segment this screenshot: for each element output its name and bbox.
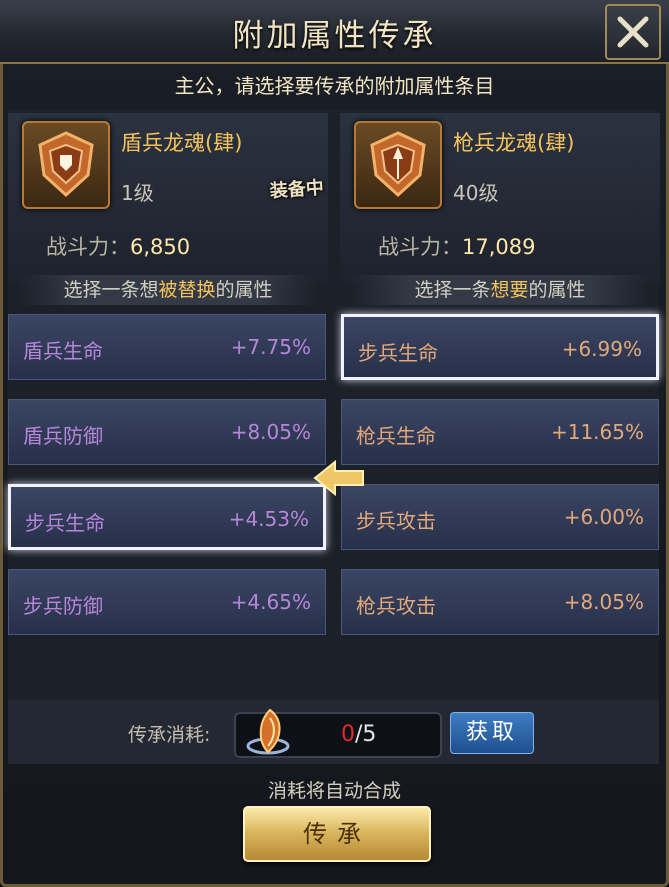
attr-name: 枪兵攻击 <box>356 594 436 618</box>
source-item-name: 盾兵龙魂(肆) <box>121 131 243 155</box>
power-label: 战斗力： <box>46 235 130 259</box>
target-item-name: 枪兵龙魂(肆) <box>453 131 575 155</box>
cost-item-slot[interactable]: 0/5 <box>234 708 442 758</box>
hint-text: 选择一条想 <box>63 279 159 301</box>
attr-name: 盾兵生命 <box>23 339 103 363</box>
cost-label: 传承消耗: <box>128 724 211 746</box>
target-attr-row[interactable]: 步兵攻击 +6.00% <box>341 484 659 550</box>
attr-name: 步兵防御 <box>23 594 103 618</box>
source-attr-row[interactable]: 盾兵生命 +7.75% <box>8 314 326 380</box>
power-label: 战斗力： <box>378 235 462 259</box>
instruction-text: 主公，请选择要传承的附加属性条目 <box>174 74 495 98</box>
cost-count: 0/5 <box>341 722 376 747</box>
target-attr-row[interactable]: 枪兵攻击 +8.05% <box>341 569 659 635</box>
target-item-level: 40级 <box>453 181 499 205</box>
attr-value: +8.05% <box>563 590 644 614</box>
attr-name: 步兵攻击 <box>356 509 436 533</box>
hint-text: 的属性 <box>528 279 586 301</box>
attr-value: +4.65% <box>230 590 311 614</box>
target-item-panel: 枪兵龙魂(肆) 40级 战斗力：17,089 <box>340 113 660 283</box>
hint-highlight: 想要 <box>490 279 529 301</box>
cost-bar: 传承消耗: 0/5 获取 <box>8 700 659 764</box>
close-icon <box>617 16 649 48</box>
attr-name: 枪兵生命 <box>356 424 436 448</box>
equipped-badge: 装备中 <box>269 177 325 203</box>
close-button[interactable] <box>605 4 661 60</box>
source-item-level: 1级 <box>121 181 154 205</box>
shield-icon <box>38 131 94 197</box>
source-attr-row-selected[interactable]: 步兵生命 +4.53% <box>8 484 326 550</box>
source-pick-hint: 选择一条想被替换的属性 <box>18 275 318 305</box>
target-power: 战斗力：17,089 <box>378 231 535 261</box>
target-attr-row-selected[interactable]: 步兵生命 +6.99% <box>341 314 659 380</box>
spear-shield-icon <box>370 131 426 197</box>
target-item-icon[interactable] <box>354 121 442 209</box>
attr-value: +6.99% <box>561 337 642 361</box>
source-attr-row[interactable]: 盾兵防御 +8.05% <box>8 399 326 465</box>
attr-name: 步兵生命 <box>358 341 438 365</box>
source-power: 战斗力：6,850 <box>46 231 190 261</box>
attr-value: +4.53% <box>228 507 309 531</box>
title-bar: 附加属性传承 <box>0 0 669 64</box>
target-pick-hint: 选择一条想要的属性 <box>350 275 650 305</box>
target-attr-row[interactable]: 枪兵生命 +11.65% <box>341 399 659 465</box>
attr-name: 步兵生命 <box>25 511 105 535</box>
inherit-button[interactable]: 传承 <box>243 806 431 862</box>
attr-value: +6.00% <box>563 505 644 529</box>
hint-highlight: 被替换 <box>158 279 216 301</box>
attr-value: +7.75% <box>230 335 311 359</box>
attr-value: +11.65% <box>550 420 644 444</box>
cost-current: 0 <box>341 722 355 747</box>
hint-text: 的属性 <box>215 279 273 301</box>
power-value: 6,850 <box>130 235 191 259</box>
attr-name: 盾兵防御 <box>23 424 103 448</box>
source-attr-row[interactable]: 步兵防御 +4.65% <box>8 569 326 635</box>
get-button[interactable]: 获取 <box>450 712 534 754</box>
dragon-scale-item-icon <box>246 708 290 755</box>
dialog-title: 附加属性传承 <box>232 18 437 54</box>
cost-total: /5 <box>355 722 377 747</box>
auto-synthesize-note: 消耗将自动合成 <box>267 780 401 802</box>
source-item-panel: 盾兵龙魂(肆) 1级 装备中 战斗力：6,850 <box>8 113 328 283</box>
source-item-icon[interactable] <box>22 121 110 209</box>
transfer-arrow-icon <box>313 459 364 497</box>
hint-text: 选择一条 <box>414 279 491 301</box>
attr-value: +8.05% <box>230 420 311 444</box>
power-value: 17,089 <box>462 235 536 259</box>
